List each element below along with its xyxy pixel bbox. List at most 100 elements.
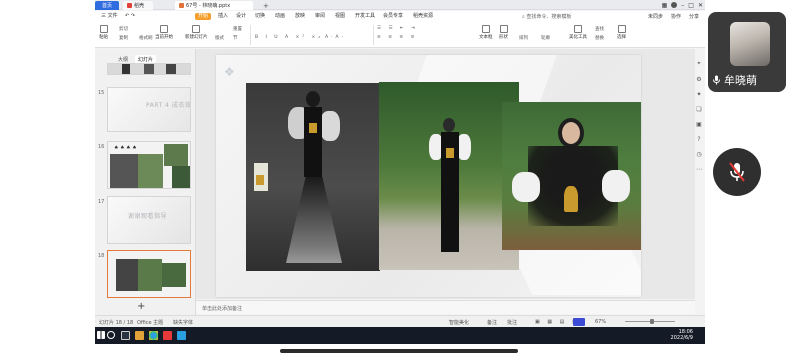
section-button[interactable]: 节 — [233, 35, 238, 41]
font-color-icons[interactable]: A·A· — [325, 35, 346, 40]
account-avatar[interactable] — [671, 2, 678, 8]
menu-home[interactable]: 开始 — [195, 13, 212, 20]
find-button[interactable]: 查找 — [595, 26, 604, 32]
home-indicator[interactable] — [280, 349, 518, 353]
portrait-photo-image[interactable] — [502, 102, 641, 250]
file-explorer-icon[interactable] — [135, 331, 144, 340]
slide-thumbnail-15[interactable]: PART 4 成衣效果 — [107, 87, 191, 132]
clock-date: 2022/6/9 — [670, 335, 693, 341]
notes-bar[interactable]: 单击此处添加备注 — [196, 300, 695, 314]
align-icons[interactable]: ≡ ≡ ≡ ≡ — [377, 35, 417, 40]
close-icon[interactable]: ✕ — [698, 2, 703, 9]
animation-icon[interactable]: ✦ — [696, 91, 701, 98]
paste-icon — [99, 25, 108, 33]
copy-button[interactable]: 复制 — [119, 35, 128, 41]
zoom-slider-handle[interactable] — [650, 319, 654, 324]
outline-button[interactable]: 轮廓 — [541, 35, 550, 41]
runway-photo-image[interactable] — [379, 82, 519, 270]
tab-daoke[interactable]: 稻壳 — [123, 1, 153, 10]
slide-number-17: 17 — [98, 199, 105, 205]
add-slide-button[interactable]: + — [137, 301, 145, 312]
select-button[interactable]: 选择 — [617, 25, 626, 40]
font-format-icons[interactable]: B I U A ×² ×₂ — [255, 35, 323, 40]
menu-review[interactable]: 审阅 — [315, 13, 325, 20]
menu-slideshow[interactable]: 放映 — [295, 13, 305, 20]
shape-button[interactable]: 形状 — [499, 25, 508, 40]
play-from-current-button[interactable]: 当前开始 — [155, 25, 173, 40]
sync-status[interactable]: 未同步 — [648, 13, 663, 20]
thumb-icons: ♠ ♠ ♠ ♠ — [114, 145, 137, 151]
participant-avatar — [730, 22, 770, 66]
menu-transition[interactable]: 切换 — [255, 13, 265, 20]
ribbon-separator — [373, 25, 374, 45]
smart-beautify-button[interactable]: 智能美化 — [449, 319, 469, 326]
textbox-button[interactable]: 文本框 — [479, 25, 493, 40]
help-icon[interactable]: ? — [697, 136, 700, 143]
grid-icon[interactable]: ▦ — [662, 2, 668, 9]
layers-icon[interactable]: ❏ — [696, 106, 701, 113]
layout-button[interactable]: 版式 — [215, 35, 224, 41]
collab-button[interactable]: 协作 — [671, 13, 681, 20]
thumb-photo — [138, 154, 163, 188]
settings-icon[interactable]: ⚙ — [696, 76, 701, 83]
slide-thumbnail-14[interactable] — [107, 63, 191, 75]
tab-file[interactable]: 67号 - 林晓萌.pptx — [175, 1, 253, 10]
comments-toggle[interactable]: 批注 — [507, 319, 517, 326]
clock-icon[interactable]: ◷ — [696, 151, 701, 158]
image-icon[interactable]: ▣ — [696, 121, 702, 128]
beauty-tool-button[interactable]: 美化工具 — [569, 25, 587, 40]
menu-undo-icon[interactable]: ↶ ↷ — [125, 13, 135, 20]
wps-icon[interactable] — [163, 331, 172, 340]
slide-thumbnail-17[interactable]: 谢谢观看指导 — [107, 196, 191, 244]
task-view-icon[interactable] — [121, 331, 130, 340]
more-icon[interactable]: ⋯ — [696, 166, 702, 173]
menu-animation[interactable]: 动画 — [275, 13, 285, 20]
menu-developer[interactable]: 开发工具 — [355, 13, 375, 20]
arrange-button[interactable]: 排列 — [519, 35, 528, 41]
maximize-icon[interactable]: □ — [688, 2, 694, 9]
menu-member[interactable]: 会员专享 — [383, 13, 403, 20]
thumb-photo — [164, 144, 188, 166]
menu-design[interactable]: 设计 — [236, 13, 246, 20]
share-button[interactable]: 分享 — [689, 13, 699, 20]
slideshow-play-button[interactable] — [573, 318, 585, 326]
browser-icon[interactable] — [149, 331, 158, 340]
tab-home[interactable]: 首页 — [95, 1, 119, 10]
format-painter-button[interactable]: 格式刷 — [139, 35, 153, 41]
cut-button[interactable]: 剪切 — [119, 26, 128, 32]
menu-right-actions: 未同步 协作 分享 — [648, 13, 699, 20]
notes-placeholder[interactable]: 单击此处添加备注 — [202, 305, 242, 312]
mute-microphone-button[interactable] — [713, 148, 761, 196]
reset-button[interactable]: 重置 — [233, 26, 242, 32]
participant-tile[interactable]: 牟晓萌 — [708, 12, 786, 92]
menu-view[interactable]: 视图 — [335, 13, 345, 20]
new-slide-button[interactable]: 新建幻灯片 — [185, 25, 208, 40]
slide-thumbnail-16[interactable]: ♠ ♠ ♠ ♠ — [107, 141, 191, 189]
current-slide[interactable]: ❖ — [216, 55, 641, 297]
new-tab-button[interactable]: + — [259, 1, 269, 10]
command-search[interactable]: ⌕ 查找命令、搜索模板 — [522, 13, 571, 20]
select-label: 选择 — [617, 35, 626, 40]
ribbon-toolbar: 粘贴 剪切 复制 格式刷 当前开始 新建幻灯片 版式 节 重置 B I U A … — [95, 22, 705, 48]
minimize-icon[interactable]: – — [681, 2, 684, 9]
paste-label: 粘贴 — [99, 35, 108, 40]
slide-canvas: ❖ — [196, 49, 695, 299]
paste-button[interactable]: 粘贴 — [99, 25, 108, 40]
start-icon[interactable] — [97, 331, 105, 339]
slide-thumbnail-18[interactable] — [107, 250, 191, 298]
play-icon — [160, 25, 168, 33]
taskbar-search-icon[interactable] — [107, 331, 115, 339]
pin-icon[interactable]: ⌖ — [697, 60, 700, 68]
taskbar-clock[interactable]: 18:06 2022/6/9 — [671, 329, 693, 341]
replace-button[interactable]: 替换 — [595, 35, 604, 41]
play-from-current-label: 当前开始 — [155, 35, 173, 40]
list-icons[interactable]: ☰ ☰ ⇤ ⇥ — [377, 26, 418, 31]
fashion-sketch-image[interactable] — [246, 83, 380, 271]
menu-insert[interactable]: 插入 — [218, 13, 228, 20]
missing-font-button[interactable]: 缺失字体 — [173, 319, 193, 326]
shape-icon — [499, 25, 508, 33]
menu-daoke-resources[interactable]: 稻壳资源 — [413, 13, 433, 20]
menu-file[interactable]: 三 文件 — [101, 13, 118, 20]
app-icon[interactable] — [177, 331, 186, 340]
notes-toggle[interactable]: 备注 — [487, 319, 497, 326]
